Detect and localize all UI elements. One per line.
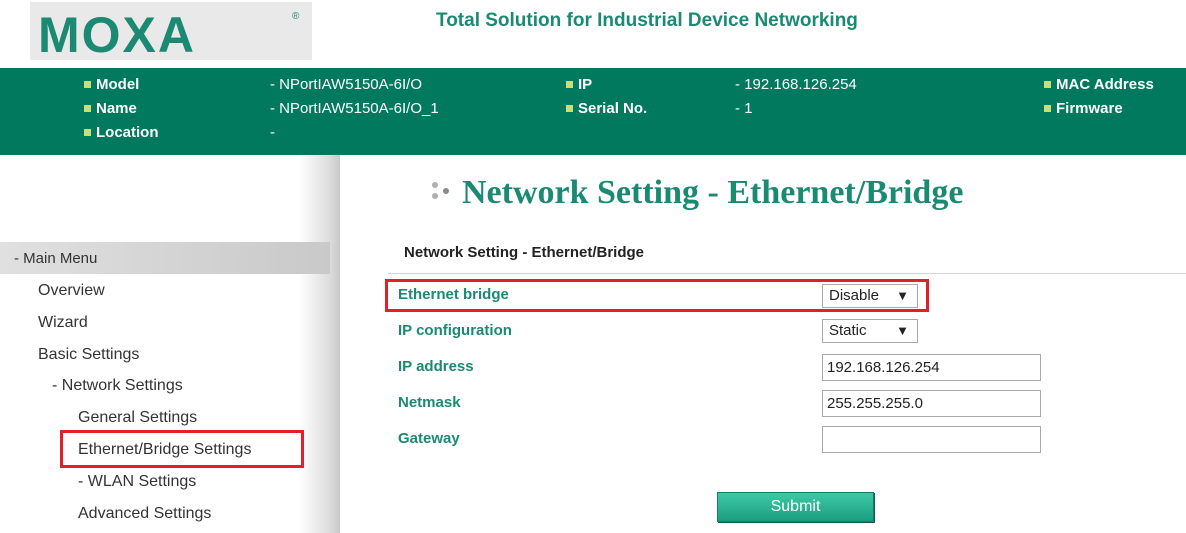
firmware-label: Firmware [1044, 100, 1123, 117]
logo-text: MOXA [38, 7, 196, 63]
ip-value: - 192.168.126.254 [735, 76, 857, 93]
sidebar-item-network-settings[interactable]: - Network Settings [52, 377, 183, 395]
chevron-down-icon: ▼ [896, 288, 909, 303]
sidebar-item-basic-settings[interactable]: Basic Settings [38, 346, 139, 364]
bullet-icon [566, 104, 573, 112]
bullet-icon [84, 128, 91, 136]
model-label: Model [84, 76, 139, 93]
ip-configuration-label: IP configuration [398, 322, 512, 339]
sidebar-item-wizard[interactable]: Wizard [38, 314, 88, 332]
page-header: MOXA ® Total Solution for Industrial Dev… [0, 0, 1186, 64]
sidebar-item-ethernet-bridge-settings[interactable]: Ethernet/Bridge Settings [78, 441, 251, 459]
ip-address-field[interactable]: 192.168.126.254 [822, 354, 1041, 381]
page-title-text: Network Setting - Ethernet/Bridge [462, 174, 964, 211]
section-title: Network Setting - Ethernet/Bridge [388, 234, 1186, 274]
sidebar-item-wlan-settings[interactable]: - WLAN Settings [78, 473, 196, 491]
bullet-icon [84, 80, 91, 88]
ip-label: IP [566, 76, 592, 93]
mac-label: MAC Address [1044, 76, 1154, 93]
ethernet-bridge-select[interactable]: Disable ▼ [822, 284, 918, 308]
serial-label: Serial No. [566, 100, 647, 117]
bullet-icon [566, 80, 573, 88]
serial-value: - 1 [735, 100, 753, 117]
ip-configuration-value: Static [829, 322, 867, 339]
dots-icon [430, 179, 456, 205]
sidebar-item-overview[interactable]: Overview [38, 282, 105, 300]
ethernet-bridge-label: Ethernet bridge [398, 286, 509, 303]
ip-configuration-select[interactable]: Static ▼ [822, 319, 918, 343]
gateway-field[interactable] [822, 426, 1041, 453]
page-title: Network Setting - Ethernet/Bridge [430, 174, 963, 212]
sidebar-item-general-settings[interactable]: General Settings [78, 409, 197, 427]
netmask-label: Netmask [398, 394, 461, 411]
sidebar-item-advanced-settings[interactable]: Advanced Settings [78, 505, 211, 523]
ip-address-label: IP address [398, 358, 474, 375]
device-info-bar: Model - NPortIAW5150A-6I/O Name - NPortI… [0, 68, 1186, 155]
model-value: - NPortIAW5150A-6I/O [270, 76, 422, 93]
chevron-down-icon: ▼ [896, 323, 909, 338]
moxa-logo: MOXA ® [30, 2, 312, 63]
name-label: Name [84, 100, 137, 117]
sidebar: - Main Menu Overview Wizard Basic Settin… [0, 155, 340, 533]
ethernet-bridge-value: Disable [829, 287, 880, 304]
location-value: - [270, 124, 275, 141]
bullet-icon [1044, 104, 1051, 112]
tagline: Total Solution for Industrial Device Net… [436, 10, 858, 31]
registered-mark: ® [292, 11, 300, 22]
gateway-label: Gateway [398, 430, 460, 447]
netmask-field[interactable]: 255.255.255.0 [822, 390, 1041, 417]
bullet-icon [1044, 80, 1051, 88]
main-menu-header[interactable]: - Main Menu [0, 242, 330, 274]
location-label: Location [84, 124, 159, 141]
submit-button[interactable]: Submit [717, 492, 874, 522]
name-value: - NPortIAW5150A-6I/O_1 [270, 100, 439, 117]
bullet-icon [84, 104, 91, 112]
